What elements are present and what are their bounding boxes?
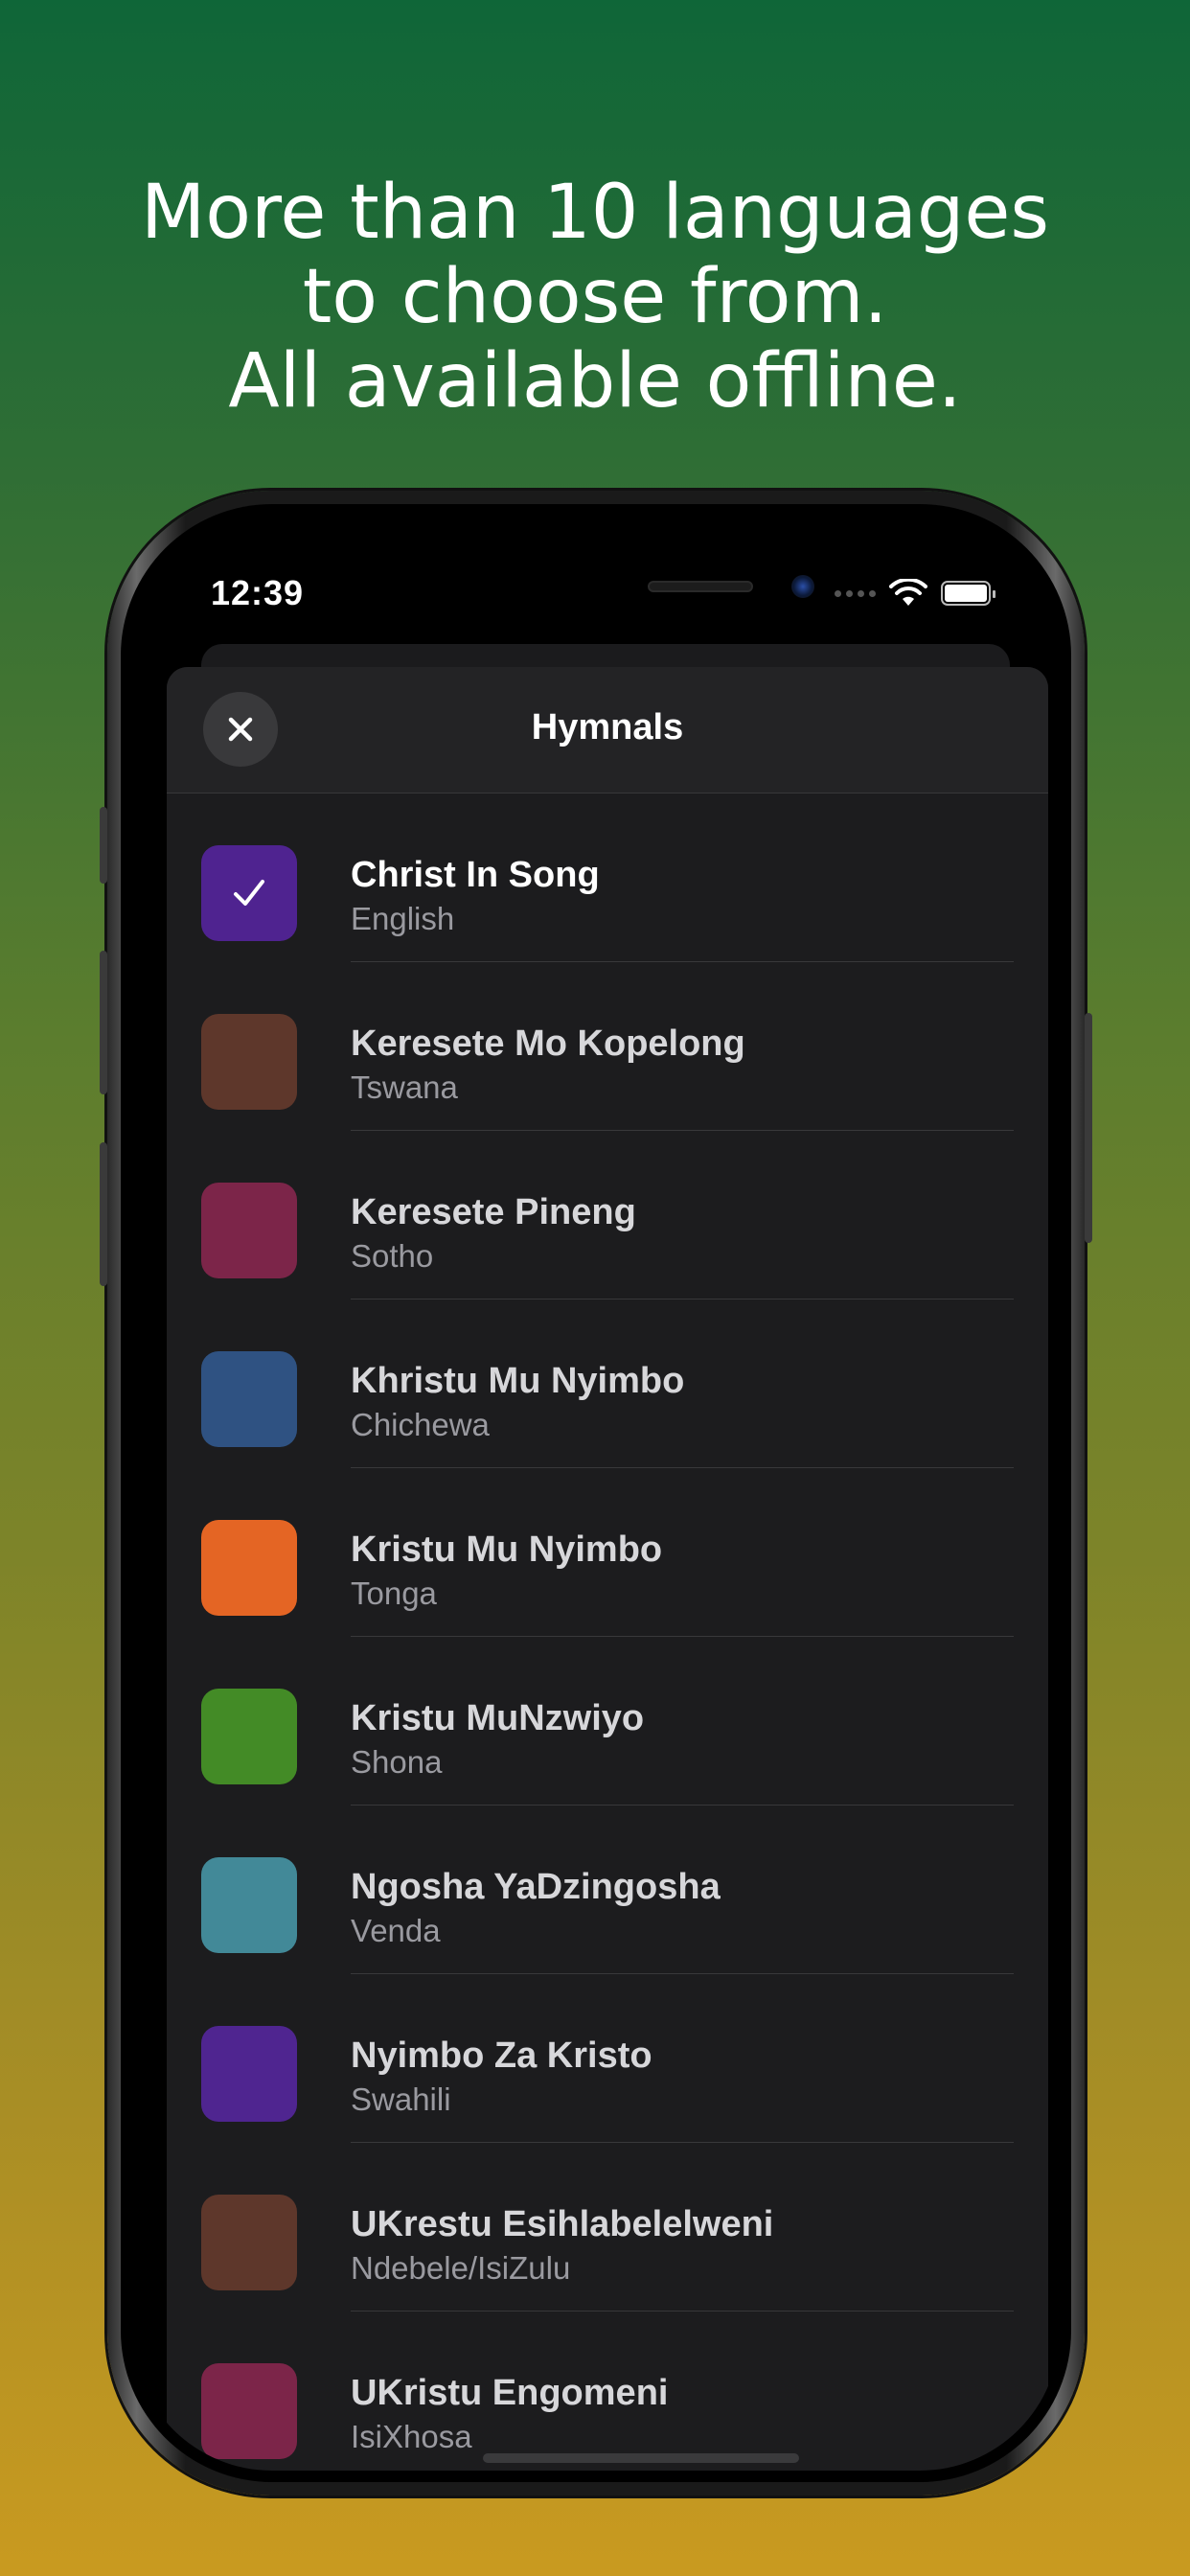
hymnal-title: Christ In Song — [351, 855, 600, 895]
headline-line-2: to choose from. — [302, 254, 888, 340]
hymnal-title: Keresete Mo Kopelong — [351, 1024, 745, 1064]
wifi-icon — [889, 579, 927, 606]
front-camera-icon — [791, 575, 814, 598]
cellular-signal-icon — [835, 589, 876, 597]
headline-line-1: More than 10 languages — [140, 170, 1050, 256]
hymnal-title: Kristu MuNzwiyo — [351, 1698, 645, 1738]
hymnal-language: English — [351, 901, 455, 936]
hymnal-row[interactable]: Nyimbo Za Kristo Swahili — [167, 1974, 1048, 2143]
hymnal-color-swatch — [201, 1689, 297, 1784]
hymnal-list: Christ In Song English Keresete Mo Kopelon… — [167, 794, 1048, 2471]
hymnal-color-swatch — [201, 2026, 297, 2122]
hymnal-color-swatch — [201, 2363, 297, 2459]
hymnal-language: Tonga — [351, 1576, 437, 1611]
hymnal-title: UKristu Engomeni — [351, 2373, 669, 2413]
hymnal-row[interactable]: Christ In Song English — [167, 794, 1048, 962]
sheet-header: Hymnals — [167, 667, 1048, 794]
hymnal-color-swatch — [201, 1857, 297, 1953]
hymnal-color-swatch — [201, 2195, 297, 2290]
hymnal-title: Kristu Mu Nyimbo — [351, 1530, 663, 1570]
hymnal-language: Chichewa — [351, 1407, 490, 1442]
hymnal-color-swatch — [201, 1520, 297, 1616]
checkmark-icon — [234, 880, 264, 906]
hymnal-row[interactable]: UKristu Engomeni IsiXhosa — [167, 2312, 1048, 2471]
phone-side-button — [100, 807, 107, 884]
hymnal-color-swatch — [201, 1183, 297, 1278]
hymnals-sheet: Hymnals Christ In Song English Keresete Mo… — [167, 667, 1048, 2471]
hymnal-title: Ngosha YaDzingosha — [351, 1867, 721, 1907]
hymnal-row[interactable]: Kristu MuNzwiyo Shona — [167, 1637, 1048, 1806]
hymnal-language: Swahili — [351, 2082, 451, 2117]
hymnal-language: Shona — [351, 1744, 443, 1780]
headline-line-3: All available offline. — [228, 338, 962, 425]
hymnal-title: Khristu Mu Nyimbo — [351, 1361, 685, 1401]
phone-power-button — [1085, 1013, 1092, 1243]
phone-volume-down — [100, 1142, 107, 1286]
hymnal-title: UKrestu Esihlabelelweni — [351, 2204, 774, 2244]
hymnal-row[interactable]: UKrestu Esihlabelelweni Ndebele/IsiZulu — [167, 2143, 1048, 2312]
phone-volume-up — [100, 951, 107, 1094]
hymnal-row[interactable]: Keresete Pineng Sotho — [167, 1131, 1048, 1300]
hymnal-color-swatch — [201, 845, 297, 941]
hymnal-language: IsiXhosa — [351, 2419, 472, 2454]
hymnal-row[interactable]: Ngosha YaDzingosha Venda — [167, 1806, 1048, 1974]
sheet-title: Hymnals — [531, 707, 684, 748]
hymnal-language: Venda — [351, 1913, 441, 1948]
status-icons — [835, 579, 995, 608]
speaker-grille — [648, 581, 753, 592]
hymnal-row[interactable]: Khristu Mu Nyimbo Chichewa — [167, 1300, 1048, 1468]
hymnal-title: Keresete Pineng — [351, 1192, 636, 1232]
hymnal-language: Sotho — [351, 1238, 434, 1274]
hymnal-row[interactable]: Keresete Mo Kopelong Tswana — [167, 962, 1048, 1131]
hymnal-row[interactable]: Kristu Mu Nyimbo Tonga — [167, 1468, 1048, 1637]
battery-icon — [941, 581, 995, 606]
phone-screen: 12:39 Hymnals Christ In Song English Ker… — [132, 516, 1060, 2471]
headline: More than 10 languages to choose from. A… — [0, 171, 1190, 424]
phone-frame: 12:39 Hymnals Christ In Song English Ker… — [100, 491, 1092, 2496]
status-time: 12:39 — [211, 573, 305, 612]
hymnal-language: Ndebele/IsiZulu — [351, 2250, 571, 2286]
home-indicator — [483, 2453, 799, 2463]
hymnal-color-swatch — [201, 1351, 297, 1447]
phone-bezel: 12:39 Hymnals Christ In Song English Ker… — [121, 504, 1071, 2482]
hymnal-title: Nyimbo Za Kristo — [351, 2036, 652, 2076]
hymnal-color-swatch — [201, 1014, 297, 1110]
hymnal-language: Tswana — [351, 1070, 458, 1105]
